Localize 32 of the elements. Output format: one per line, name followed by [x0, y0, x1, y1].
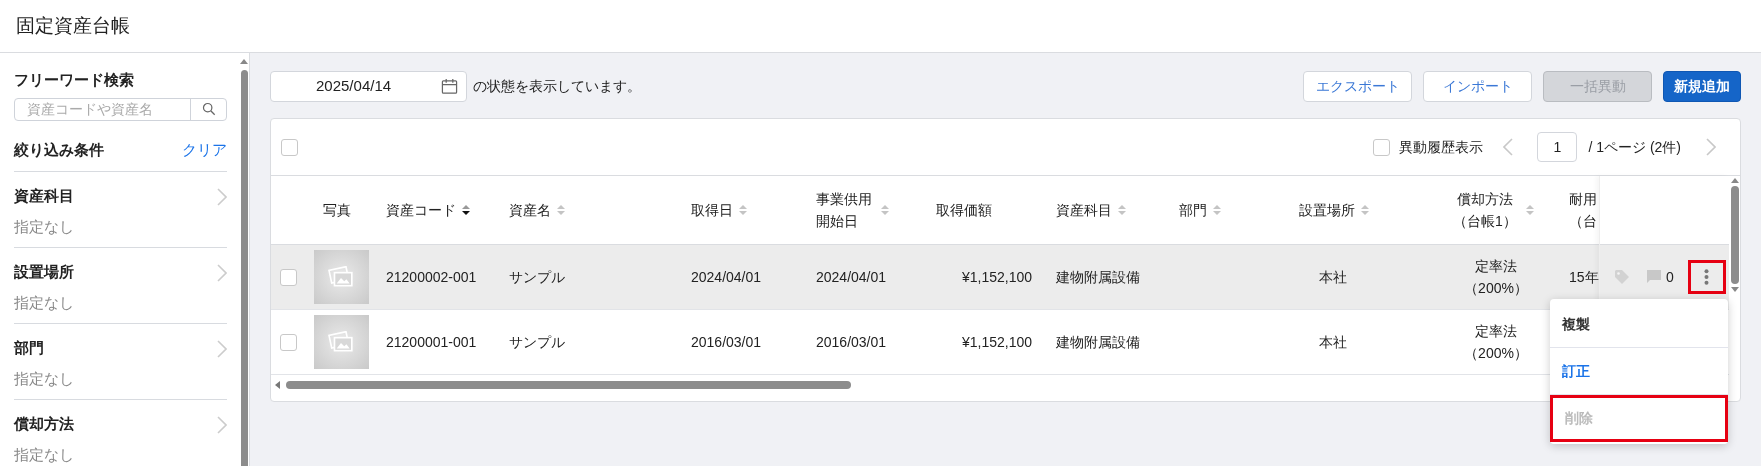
comment-count: 0: [1666, 267, 1674, 287]
page-total: / 1ページ (2件): [1588, 137, 1681, 157]
filter-label: 設置場所: [14, 262, 74, 282]
table-cell-text: 2016/03/01: [816, 333, 887, 352]
table-cell-text: 定率法（200%）: [1463, 322, 1529, 363]
table-cell-text: 2024/04/01: [691, 268, 762, 287]
search-heading: フリーワード検索: [14, 70, 135, 90]
table-cell-text: 15年: [1569, 268, 1599, 287]
table-cell-text: 本社: [1319, 333, 1347, 352]
table-cell-text: ¥1,152,100: [961, 333, 1032, 352]
table-cell-text: サンプル: [509, 333, 565, 352]
table-cell-text: 21200002-001: [386, 268, 477, 287]
filter-heading: 絞り込み条件: [14, 139, 104, 160]
filter-value: 指定なし: [14, 216, 74, 237]
filter-value: 指定なし: [14, 292, 74, 313]
table-cell-text: 定率法（200%）: [1463, 257, 1529, 298]
page-title: 固定資産台帳: [16, 13, 130, 38]
filter-value: 指定なし: [14, 444, 74, 465]
filter-label: 償却方法: [14, 414, 74, 434]
table-cell-text: 2016/03/01: [691, 333, 762, 352]
table-cell-text: 建物附属設備: [1056, 333, 1140, 352]
table-cell-text: 21200001-001: [386, 333, 477, 352]
table-cell-text: ¥1,152,100: [961, 268, 1032, 287]
filter-label: 資産科目: [14, 186, 74, 206]
table-cell-text: サンプル: [509, 268, 565, 287]
filter-label: 部門: [14, 338, 45, 358]
table-cell-text: 本社: [1319, 268, 1347, 287]
table-cell-text: 2024/04/01: [816, 268, 887, 287]
table-cell-text: 建物附属設備: [1056, 268, 1140, 287]
date-caption: の状態を表示しています。: [473, 77, 641, 96]
filter-value: 指定なし: [14, 368, 74, 389]
history-label: 異動履歴表示: [1399, 137, 1484, 157]
